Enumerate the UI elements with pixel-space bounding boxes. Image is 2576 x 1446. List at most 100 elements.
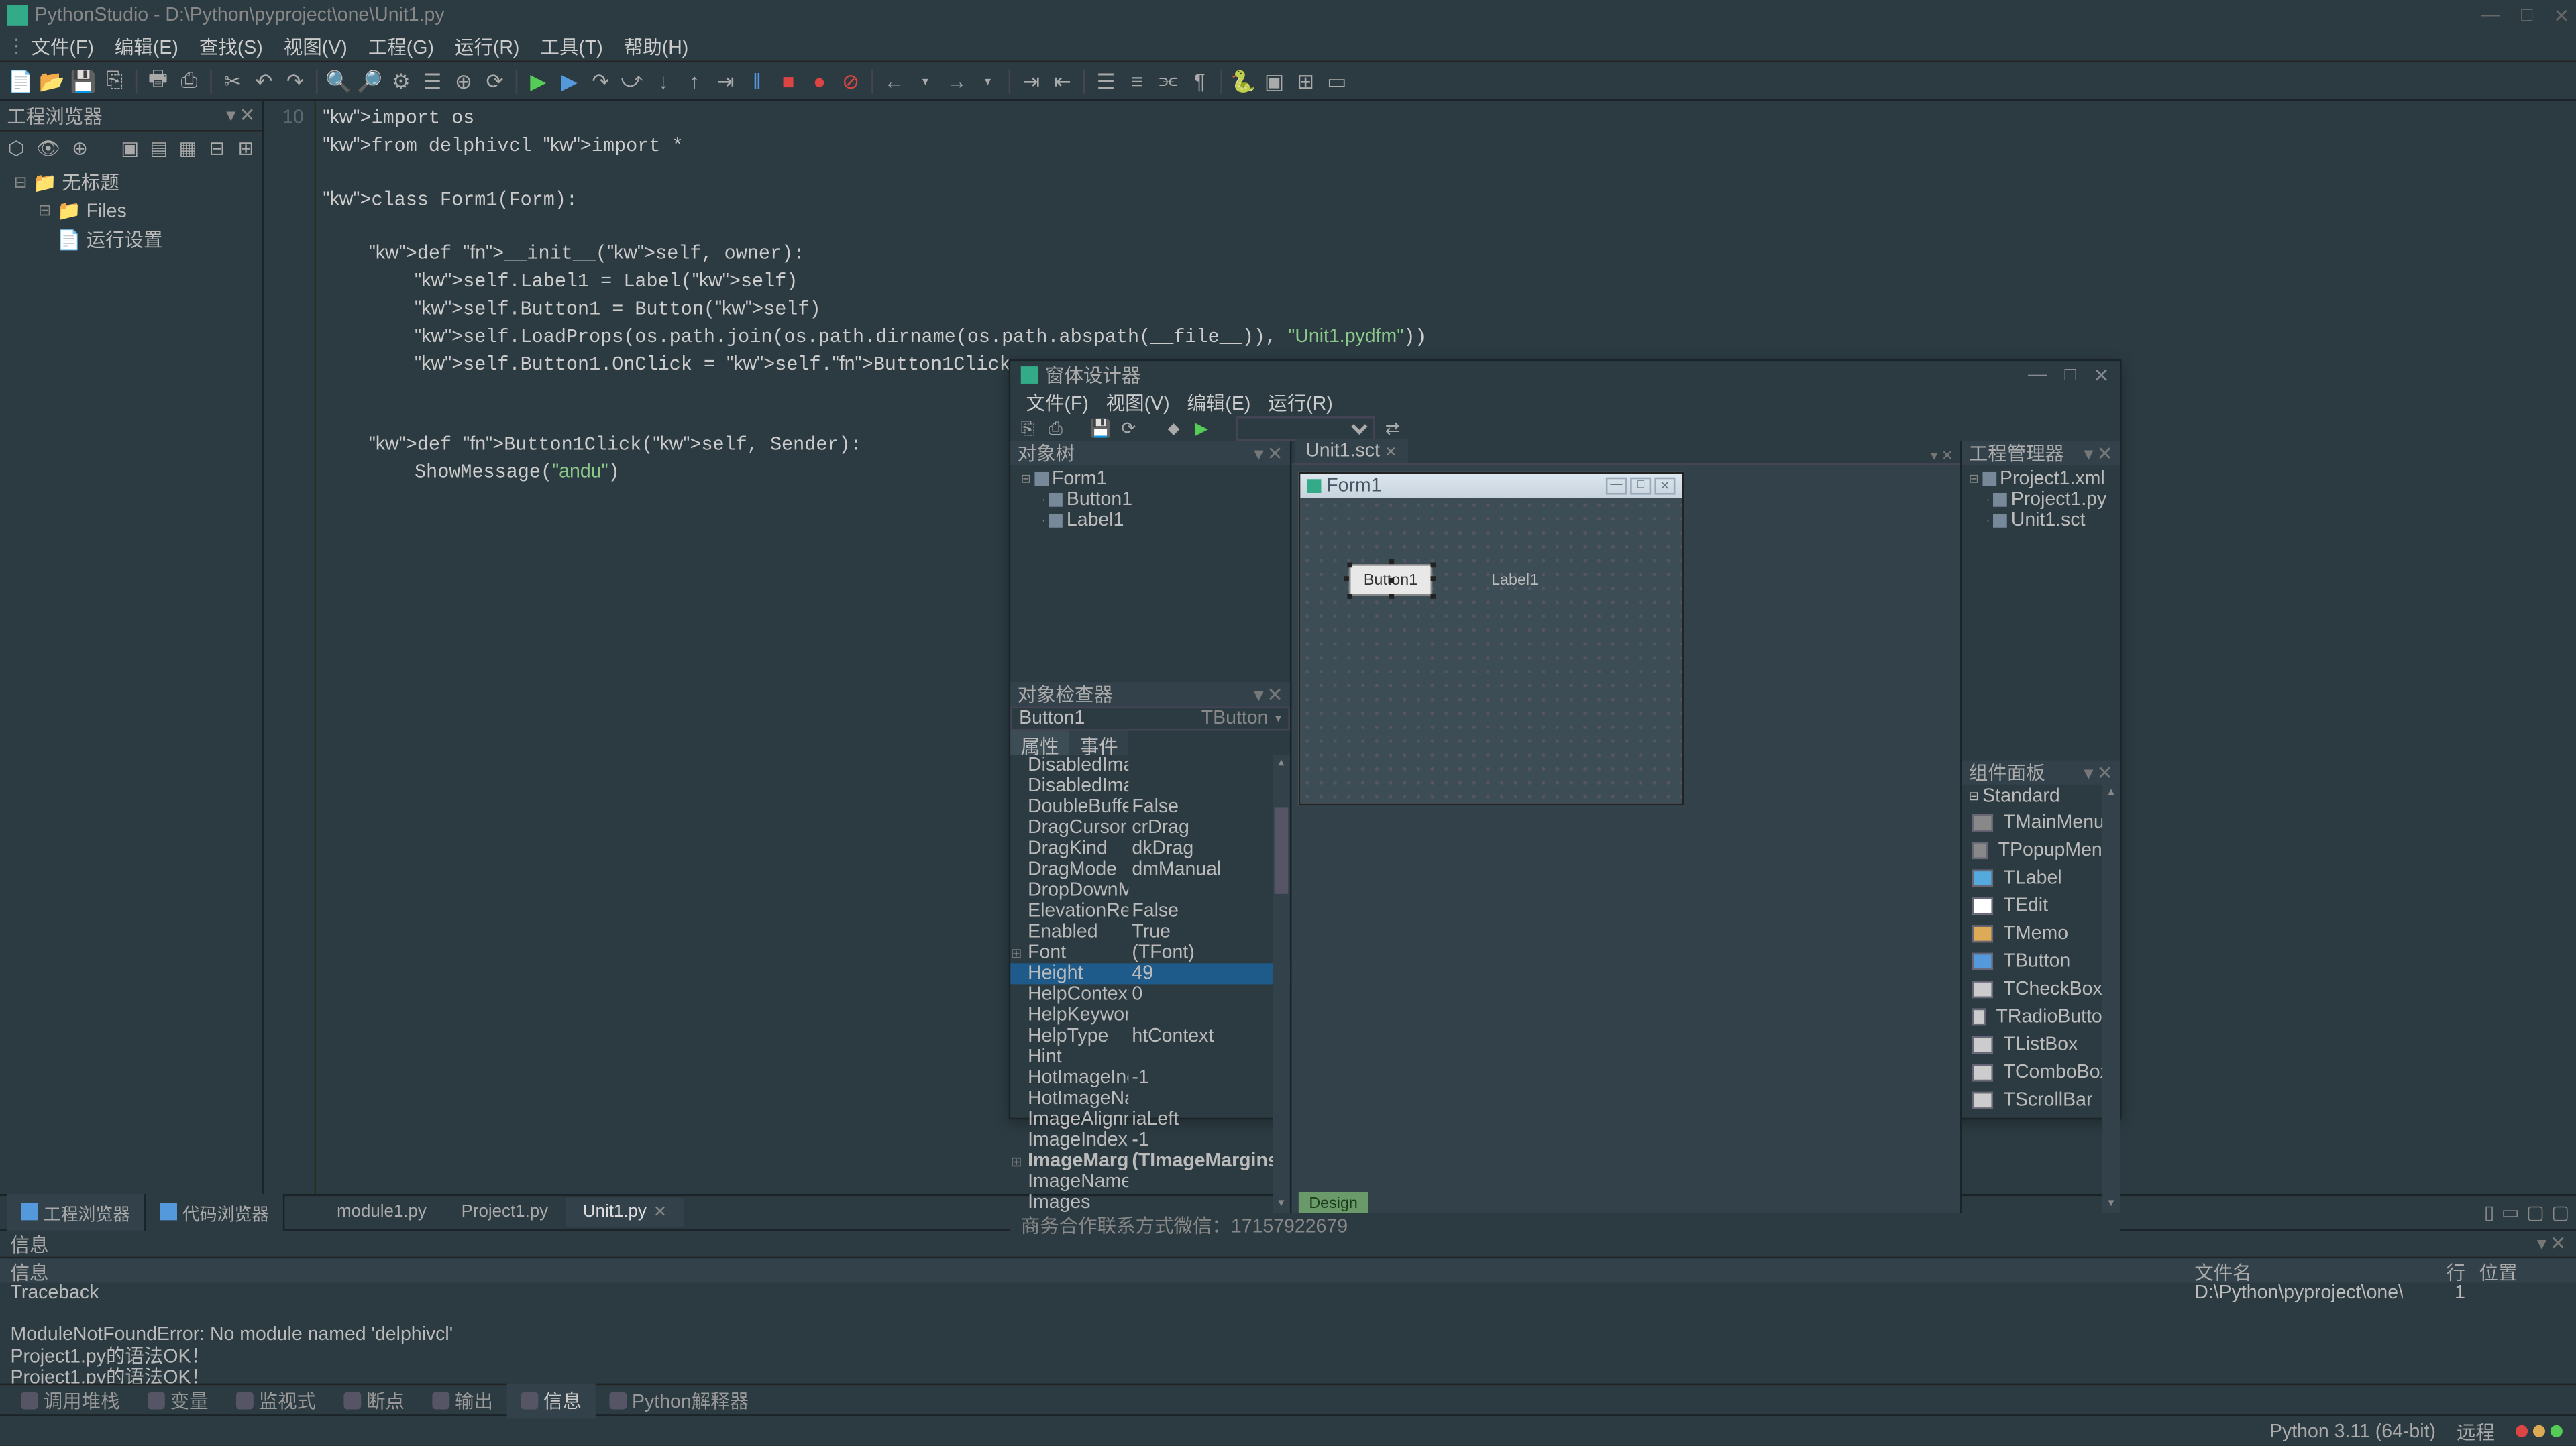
palette-item[interactable]: TEdit	[1962, 892, 2120, 920]
project-tree[interactable]: ⊟📁无标题⊟📁Files📄运行设置	[0, 163, 262, 1194]
maximize-button[interactable]: □	[2521, 4, 2532, 27]
property-row[interactable]: Hint	[1010, 1047, 1290, 1068]
nav-back-icon[interactable]: ←	[880, 67, 908, 95]
pt-a-icon[interactable]: ▣	[121, 135, 140, 160]
property-row[interactable]: HotImageName	[1010, 1089, 1290, 1109]
nav-fwd-icon[interactable]: →	[943, 67, 970, 95]
property-row[interactable]: ImageName	[1010, 1172, 1290, 1192]
run-icon[interactable]: ▶	[525, 67, 552, 95]
palette-item[interactable]: TScrollBar	[1962, 1087, 2120, 1114]
clear-breakpoints-icon[interactable]: ⊘	[837, 67, 864, 95]
bottom-tab[interactable]: 断点	[330, 1382, 419, 1417]
options-icon[interactable]: ☰	[419, 67, 446, 95]
property-grid[interactable]: DisabledImageNameDisabledImagesDoubleBuf…	[1010, 755, 1290, 1213]
designer-menu-item[interactable]: 运行(R)	[1259, 387, 1341, 419]
property-row[interactable]: ⊞ImageMargins(TImageMargins)	[1010, 1151, 1290, 1172]
print-icon[interactable]: 🖶	[144, 67, 172, 95]
designer-icon[interactable]: ▭	[1323, 67, 1350, 95]
msg-pin-icon[interactable]: ▾	[2537, 1232, 2546, 1255]
property-row[interactable]: ImageIndex-1	[1010, 1130, 1290, 1151]
property-row[interactable]: DoubleBufferedFalse	[1010, 797, 1290, 818]
menu-item[interactable]: 查找(S)	[189, 29, 273, 64]
step-return-icon[interactable]: ↷	[587, 67, 614, 95]
pt-d-icon[interactable]: ⊟	[208, 135, 227, 160]
pal-close-icon[interactable]: ✕	[2097, 761, 2113, 784]
property-row[interactable]: HelpTypehtContext	[1010, 1026, 1290, 1047]
proj-tree-node[interactable]: ⊟Project1.xml	[1966, 469, 2116, 490]
scroll-up-icon[interactable]: ▴	[1273, 755, 1290, 773]
tree-node[interactable]: ⊟📁无标题	[7, 166, 255, 198]
menu-item[interactable]: 文件(F)	[21, 29, 104, 64]
palette-item[interactable]: TPopupMenu	[1962, 836, 2120, 864]
dt-switch-icon[interactable]: ⇄	[1382, 419, 1403, 439]
designer-menu-item[interactable]: 视图(V)	[1097, 387, 1179, 419]
stop-icon[interactable]: ■	[774, 67, 802, 95]
property-row[interactable]: DisabledImages	[1010, 776, 1290, 797]
property-row[interactable]: ImageAlignmentiaLeft	[1010, 1109, 1290, 1130]
step-into-icon[interactable]: ↓	[649, 67, 677, 95]
property-row[interactable]: DragModedmManual	[1010, 859, 1290, 880]
obj-tree-close-icon[interactable]: ✕	[1267, 442, 1283, 465]
para-icon[interactable]: ¶	[1186, 67, 1214, 95]
indent-icon[interactable]: ⇥	[1018, 67, 1045, 95]
property-row[interactable]: HelpContext0	[1010, 984, 1290, 1005]
tab-close-icon[interactable]: ✕	[1385, 443, 1397, 459]
form-client-area[interactable]: Button1 Label1	[1300, 498, 1682, 803]
obj-insp-close-icon[interactable]: ✕	[1267, 683, 1283, 706]
code-editor[interactable]: 10 "kw">import os "kw">from delphivcl "k…	[264, 101, 2576, 1194]
pause-icon[interactable]: ‖	[743, 67, 771, 95]
property-row[interactable]: Images	[1010, 1192, 1290, 1213]
pm-close-icon[interactable]: ✕	[2097, 442, 2113, 465]
property-row[interactable]: HotImageIndex-1	[1010, 1068, 1290, 1089]
bottom-tab[interactable]: 调用堆栈	[7, 1382, 133, 1417]
palette-item[interactable]: TCheckBox	[1962, 975, 2120, 1003]
more-tabs-icon[interactable]: ▢	[2551, 1201, 2569, 1224]
comment-icon[interactable]: ⫘	[1155, 67, 1182, 95]
save-icon[interactable]: 💾	[70, 67, 97, 95]
property-row[interactable]: ⊞Font(TFont)	[1010, 942, 1290, 963]
menu-item[interactable]: 帮助(H)	[613, 29, 699, 64]
nav-fwd-drop-icon[interactable]: ▾	[974, 67, 1002, 95]
window-icon[interactable]: ⊞	[1291, 67, 1319, 95]
object-tree-node[interactable]: ·Button1	[1014, 490, 1286, 510]
dt-save-icon[interactable]: 💾	[1090, 419, 1111, 439]
palette-item[interactable]: TMainMenu	[1962, 809, 2120, 836]
undo-icon[interactable]: ↶	[250, 67, 278, 95]
dt-tool-icon[interactable]: ⬥	[1163, 419, 1184, 439]
nav-back-drop-icon[interactable]: ▾	[912, 67, 939, 95]
pt-c-icon[interactable]: ▦	[178, 135, 197, 160]
object-tree-node[interactable]: ⊟Form1	[1014, 469, 1286, 490]
python-icon[interactable]: 🐍	[1229, 67, 1256, 95]
palette-item[interactable]: TMemo	[1962, 920, 2120, 948]
bottom-tab[interactable]: 变量	[133, 1382, 222, 1417]
proj-tree-node[interactable]: ·Unit1.sct	[1966, 510, 2116, 531]
close-tab-icon[interactable]: ▢	[2526, 1201, 2544, 1224]
pal-pin-icon[interactable]: ▾	[2084, 761, 2093, 784]
bottom-tab[interactable]: 信息	[507, 1382, 596, 1417]
palette-item[interactable]: TComboBox	[1962, 1059, 2120, 1087]
file-tab[interactable]: Unit1.py ✕	[566, 1198, 684, 1227]
status-python[interactable]: Python 3.11 (64-bit)	[2269, 1421, 2436, 1441]
scroll-thumb[interactable]	[1275, 807, 1289, 893]
pm-pin-icon[interactable]: ▾	[2084, 442, 2093, 465]
menu-item[interactable]: 视图(V)	[273, 29, 358, 64]
designer-close-icon[interactable]: ✕	[2094, 364, 2110, 386]
designer-project-tree[interactable]: ⊟Project1.xml·Project1.py·Unit1.sct	[1962, 465, 2120, 761]
search-icon[interactable]: 🔍	[325, 67, 352, 95]
step-out-icon[interactable]: ↑	[680, 67, 708, 95]
property-row[interactable]: EnabledTrue	[1010, 922, 1290, 942]
pt-new-icon[interactable]: ⬡	[7, 135, 25, 160]
run-to-cursor-icon[interactable]: ⇥	[712, 67, 739, 95]
tabs-pin-icon[interactable]: ▾ ✕	[1927, 448, 1957, 463]
menu-item[interactable]: 编辑(E)	[104, 29, 189, 64]
message-row[interactable]	[0, 1304, 2576, 1325]
cut-icon[interactable]: ✂	[219, 67, 246, 95]
pt-view-icon[interactable]: 👁	[36, 135, 60, 160]
bottom-tab[interactable]: 监视式	[222, 1382, 329, 1417]
message-row[interactable]: Project1.py的语法OK！	[0, 1366, 2576, 1384]
panel-close-icon[interactable]: ✕	[239, 104, 256, 127]
property-row[interactable]: Height49	[1010, 963, 1290, 984]
palette-item[interactable]: TListBox	[1962, 1031, 2120, 1058]
obj-insp-pin-icon[interactable]: ▾	[1254, 683, 1263, 706]
property-row[interactable]: ElevationRequiredFalse	[1010, 901, 1290, 922]
